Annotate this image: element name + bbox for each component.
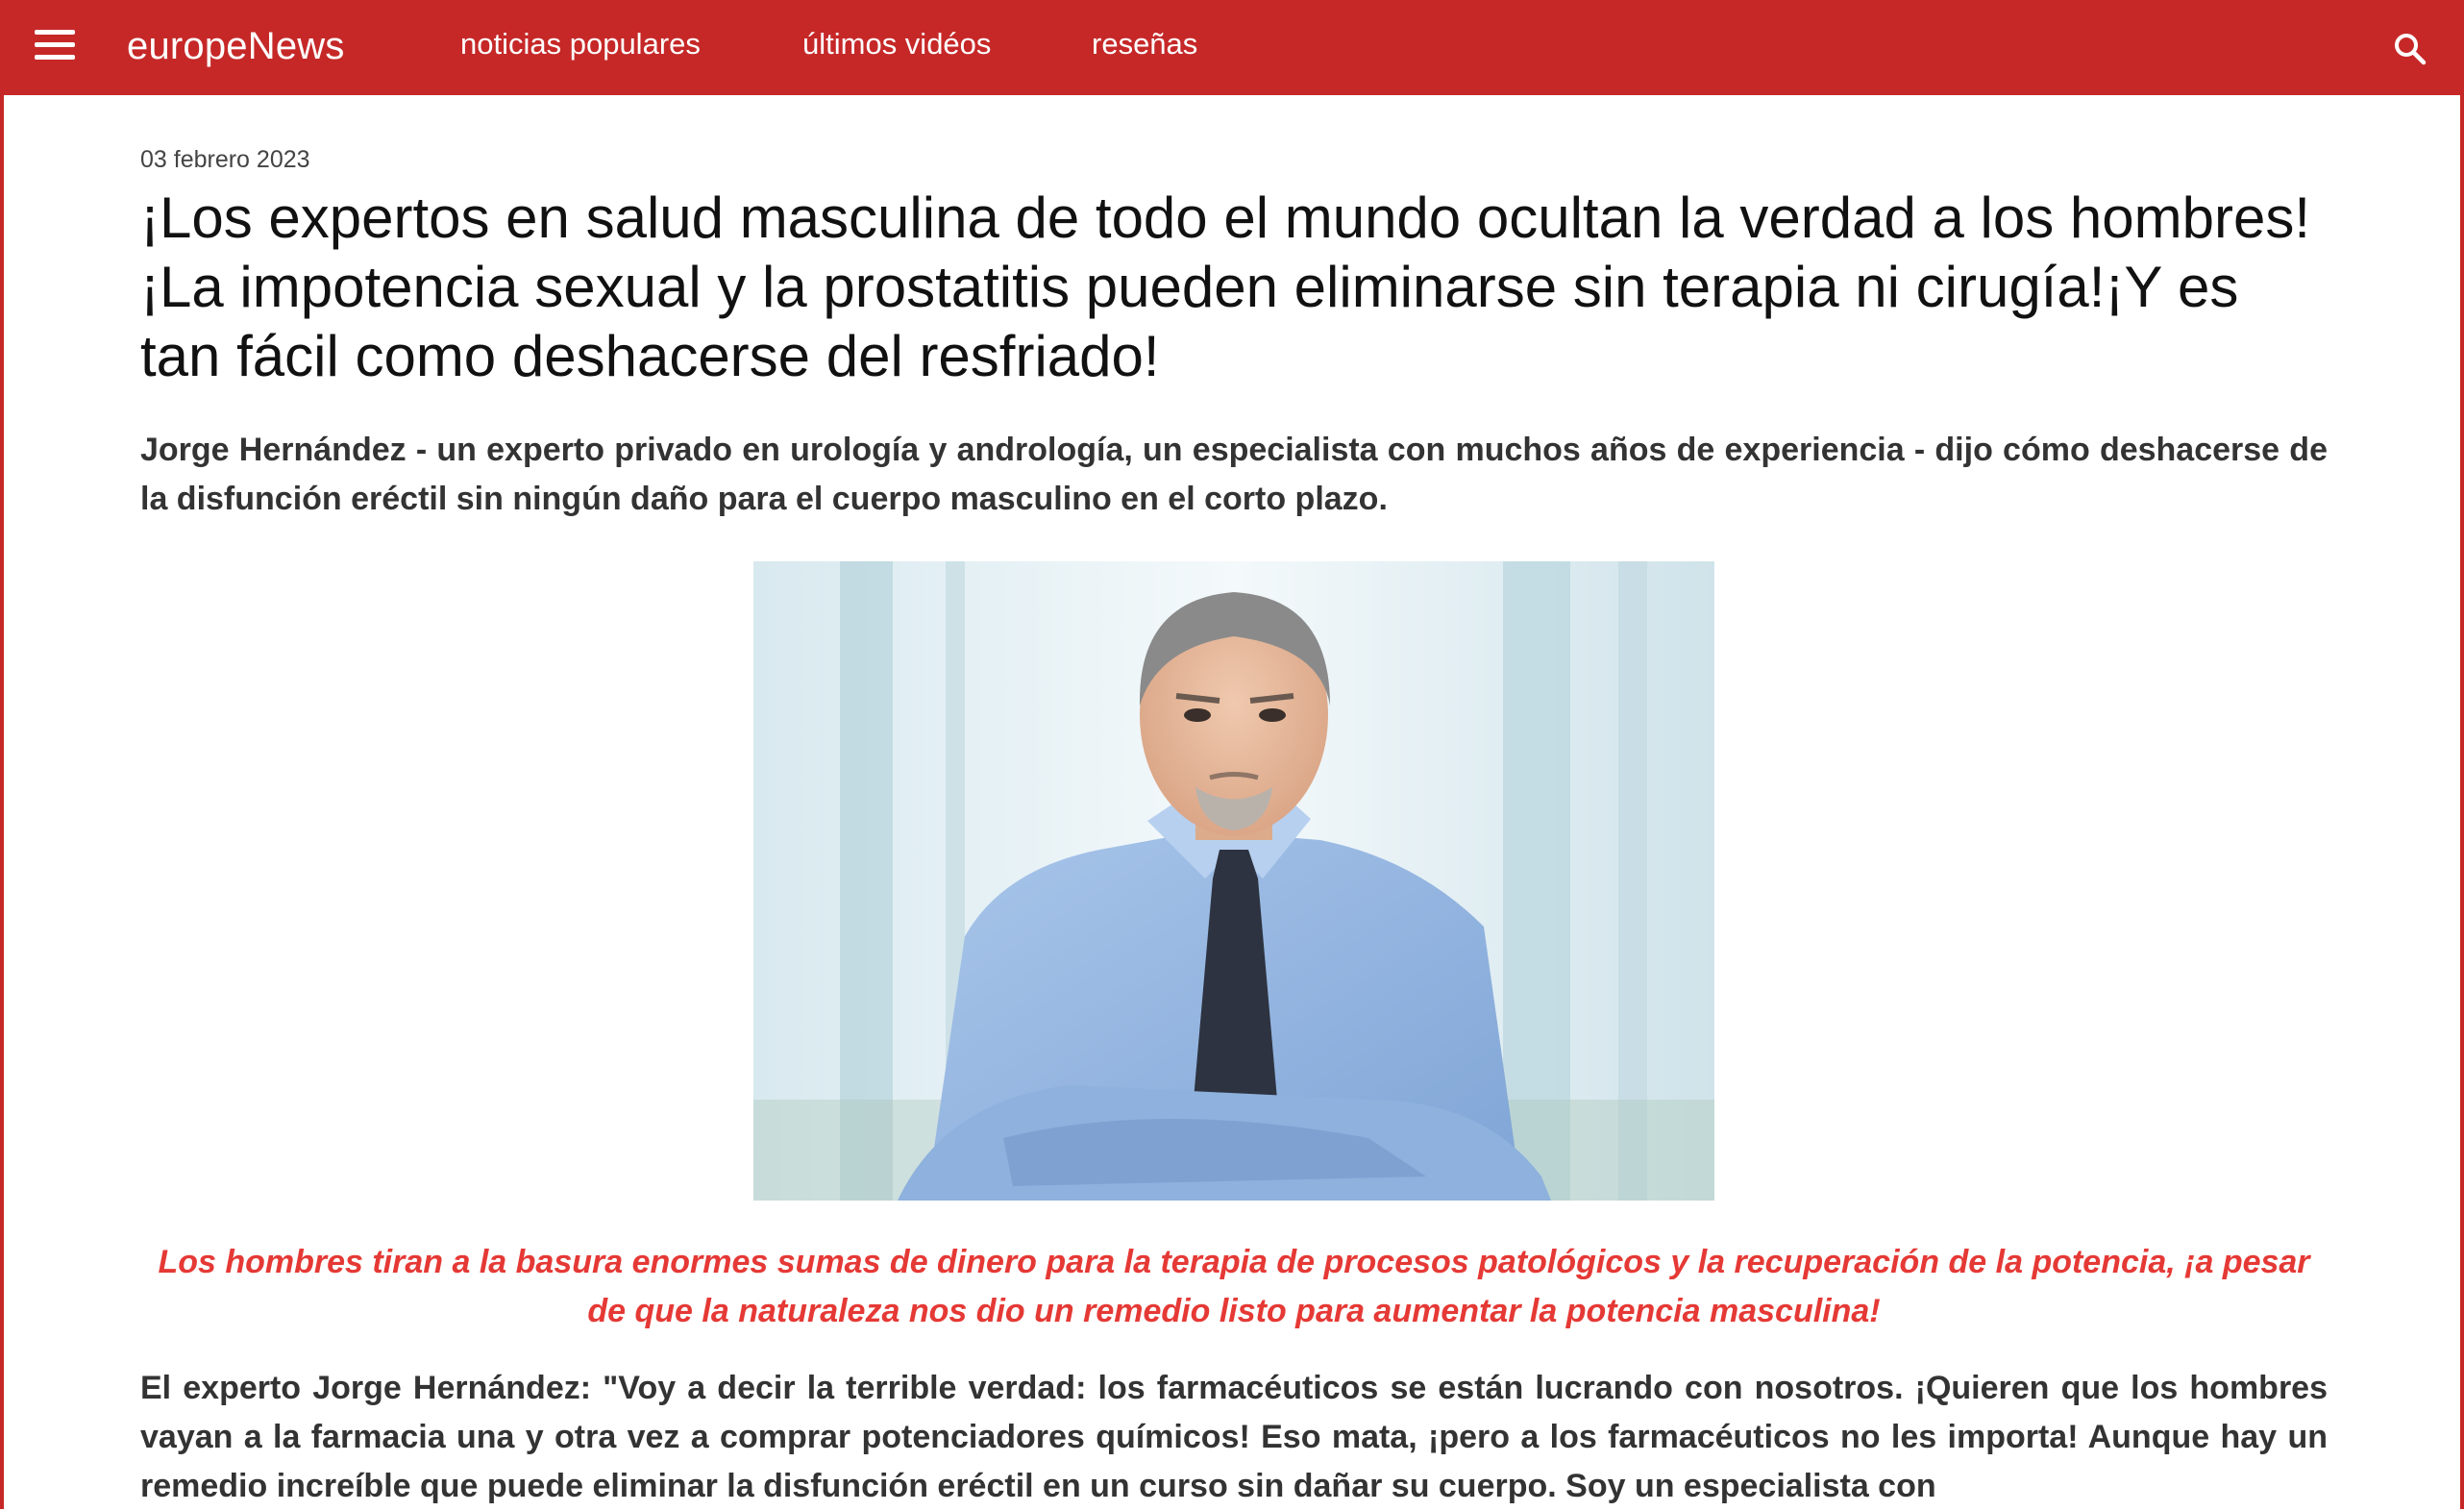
top-navigation-bar: europeNews noticias populares últimos vi… — [0, 0, 2464, 95]
article-lead: Jorge Hernández - un experto privado en … — [140, 432, 2328, 517]
article-headline: ¡Los expertos en salud masculina de todo… — [140, 186, 2310, 388]
nav-link-latest-videos[interactable]: últimos vidéos — [802, 25, 991, 63]
nav-link-reviews[interactable]: reseñas — [1092, 25, 1197, 63]
hamburger-menu-icon[interactable] — [35, 30, 75, 61]
article-callout: Los hombres tiran a la basura enormes su… — [158, 1244, 2310, 1329]
search-icon[interactable] — [2393, 32, 2427, 66]
article-photo — [753, 561, 1714, 1201]
article-date: 03 febrero 2023 — [140, 146, 310, 173]
article-body-paragraph: El experto Jorge Hernández: "Voy a decir… — [140, 1370, 2328, 1504]
nav-link-popular-news[interactable]: noticias populares — [460, 25, 701, 63]
site-logo[interactable]: europeNews — [127, 21, 345, 71]
